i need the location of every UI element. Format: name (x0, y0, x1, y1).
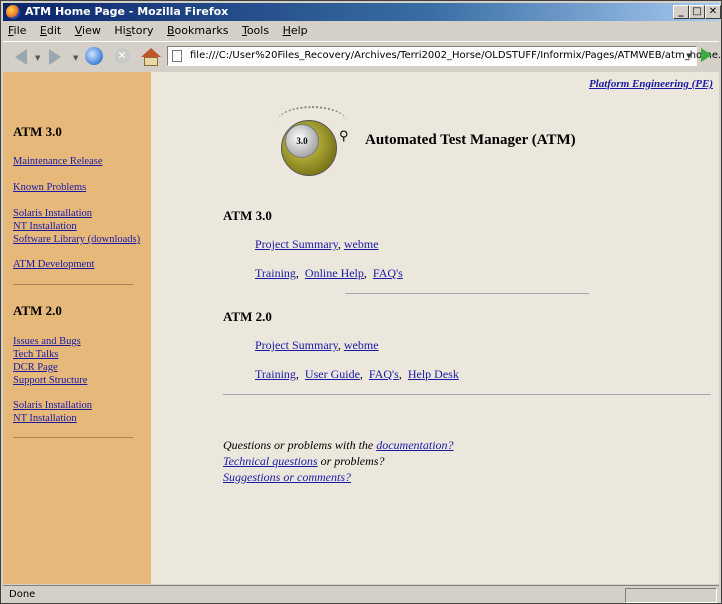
status-panel (625, 588, 717, 603)
menu-history-prefix: Hi (114, 24, 126, 37)
close-button[interactable]: ✕ (705, 5, 721, 19)
menu-tools-label: ools (246, 24, 270, 37)
section-divider (345, 293, 589, 294)
page-title: Automated Test Manager (ATM) (365, 132, 576, 148)
menu-help-mnemonic: H (282, 24, 291, 37)
sidebar-link-solaris-installation-2[interactable]: Solaris Installation (13, 400, 92, 411)
back-history-dropdown[interactable]: ▼ (35, 54, 40, 62)
sidebar-divider (13, 284, 133, 285)
forward-button[interactable] (45, 46, 69, 68)
reload-icon (85, 47, 103, 65)
atm3-online-help-link[interactable]: Online Help (305, 266, 364, 280)
page-icon (172, 50, 182, 62)
menu-bookmarks[interactable]: Bookmarks (162, 22, 233, 39)
question-documentation: Questions or problems with the documenta… (223, 438, 454, 453)
browser-window: ATM Home Page - Mozilla Firefox _ □ ✕ Fi… (0, 0, 722, 604)
sidebar-link-support-structure[interactable]: Support Structure (13, 375, 87, 386)
home-button[interactable] (139, 46, 163, 68)
go-button-icon[interactable] (701, 48, 712, 62)
atm2-faqs-link[interactable]: FAQ's (369, 367, 399, 381)
sidebar-heading-atm3: ATM 3.0 (13, 124, 62, 139)
sidebar-link-atm-development[interactable]: ATM Development (13, 259, 94, 270)
documentation-link[interactable]: documentation? (376, 438, 453, 452)
stop-icon: ✕ (114, 48, 130, 64)
forward-history-dropdown[interactable]: ▼ (73, 54, 78, 62)
sidebar-link-maintenance-release[interactable]: Maintenance Release (13, 156, 103, 167)
atm3-links-row1: Project Summary, webme (255, 237, 379, 251)
stop-button[interactable]: ✕ (111, 46, 135, 68)
platform-engineering-link[interactable]: Platform Engineering (PE) (589, 78, 713, 90)
menu-edit-mnemonic: E (39, 24, 47, 37)
menu-help[interactable]: Help (278, 22, 313, 39)
atm2-links-row2: Training, User Guide, FAQ's, Help Desk (255, 367, 459, 381)
menu-bookmarks-mnemonic: B (167, 24, 175, 37)
section-heading-atm2: ATM 2.0 (223, 309, 272, 324)
forward-arrow-icon (49, 49, 61, 65)
menu-view[interactable]: View (70, 22, 106, 39)
back-arrow-icon (15, 49, 27, 65)
logo-label: 3.0 (285, 124, 319, 158)
question-technical-text: or problems? (317, 454, 385, 468)
sidebar-link-solaris-installation[interactable]: Solaris Installation (13, 208, 92, 219)
menu-bookmarks-label: ookmarks (174, 24, 229, 37)
atm2-user-guide-link[interactable]: User Guide (305, 367, 360, 381)
page-content: ATM 3.0 Maintenance Release Known Proble… (3, 72, 719, 584)
atm3-project-summary-link[interactable]: Project Summary (255, 237, 338, 251)
sidebar-link-issues-and-bugs[interactable]: Issues and Bugs (13, 336, 81, 347)
firefox-icon (6, 5, 20, 19)
atm2-webme-link[interactable]: webme (344, 338, 379, 352)
atm3-webme-link[interactable]: webme (344, 237, 379, 251)
url-bar[interactable]: file:///C:/User%20Files_Recovery/Archive… (167, 46, 722, 66)
sidebar-link-tech-talks[interactable]: Tech Talks (13, 349, 58, 360)
menu-edit-label: dit (46, 24, 62, 37)
status-bar: Done (3, 585, 719, 604)
logo-figure-icon: ⚲ (339, 128, 349, 143)
title-bar[interactable]: ATM Home Page - Mozilla Firefox _ □ ✕ (3, 3, 721, 21)
menu-file-label: ile (13, 24, 27, 37)
sidebar-link-dcr-page[interactable]: DCR Page (13, 362, 58, 373)
sidebar-link-nt-installation[interactable]: NT Installation (13, 221, 77, 232)
technical-questions-link[interactable]: Technical questions (223, 454, 318, 468)
menu-bar: File Edit View History Bookmarks Tools H… (3, 22, 719, 40)
menu-file[interactable]: File (3, 22, 31, 39)
back-button[interactable] (7, 46, 31, 68)
url-dropdown-icon[interactable]: ▼ (682, 47, 696, 65)
section-heading-atm3: ATM 3.0 (223, 208, 272, 223)
question-suggestions: Suggestions or comments? (223, 470, 351, 485)
menu-tools[interactable]: Tools (237, 22, 274, 39)
home-icon (141, 48, 161, 66)
atm2-project-summary-link[interactable]: Project Summary (255, 338, 338, 352)
sidebar-divider (13, 437, 133, 438)
suggestions-link[interactable]: Suggestions or comments? (223, 470, 351, 484)
sidebar-link-nt-installation-2[interactable]: NT Installation (13, 413, 77, 424)
reload-button[interactable] (83, 46, 107, 68)
main-content: Platform Engineering (PE) 3.0 ⚲ Automate… (151, 72, 719, 584)
question-technical: Technical questions or problems? (223, 454, 384, 469)
maximize-button[interactable]: □ (689, 5, 705, 19)
menu-edit[interactable]: Edit (35, 22, 66, 39)
sidebar: ATM 3.0 Maintenance Release Known Proble… (3, 72, 151, 584)
menu-history-label: tory (131, 24, 154, 37)
window-title: ATM Home Page - Mozilla Firefox (25, 5, 229, 18)
menu-help-label: elp (290, 24, 308, 37)
url-text[interactable]: file:///C:/User%20Files_Recovery/Archive… (190, 50, 722, 61)
menu-history[interactable]: History (109, 22, 158, 39)
atm-logo: 3.0 ⚲ (271, 106, 357, 186)
question-documentation-text: Questions or problems with the (223, 438, 377, 452)
atm3-links-row2: Training, Online Help, FAQ's (255, 266, 403, 280)
section-divider (223, 394, 711, 395)
status-text: Done (9, 589, 36, 600)
navigation-toolbar: ▼ ▼ ✕ file:///C:/User%20Files_Recovery/A… (3, 41, 722, 73)
minimize-button[interactable]: _ (673, 5, 689, 19)
atm2-links-row1: Project Summary, webme (255, 338, 379, 352)
menu-view-mnemonic: V (74, 24, 83, 37)
atm2-help-desk-link[interactable]: Help Desk (408, 367, 459, 381)
menu-view-label: iew (82, 24, 101, 37)
atm3-training-link[interactable]: Training (255, 266, 296, 280)
sidebar-link-known-problems[interactable]: Known Problems (13, 182, 86, 193)
sidebar-heading-atm2: ATM 2.0 (13, 303, 62, 318)
atm3-faqs-link[interactable]: FAQ's (373, 266, 403, 280)
sidebar-link-software-library[interactable]: Software Library (downloads) (13, 234, 140, 245)
atm2-training-link[interactable]: Training (255, 367, 296, 381)
